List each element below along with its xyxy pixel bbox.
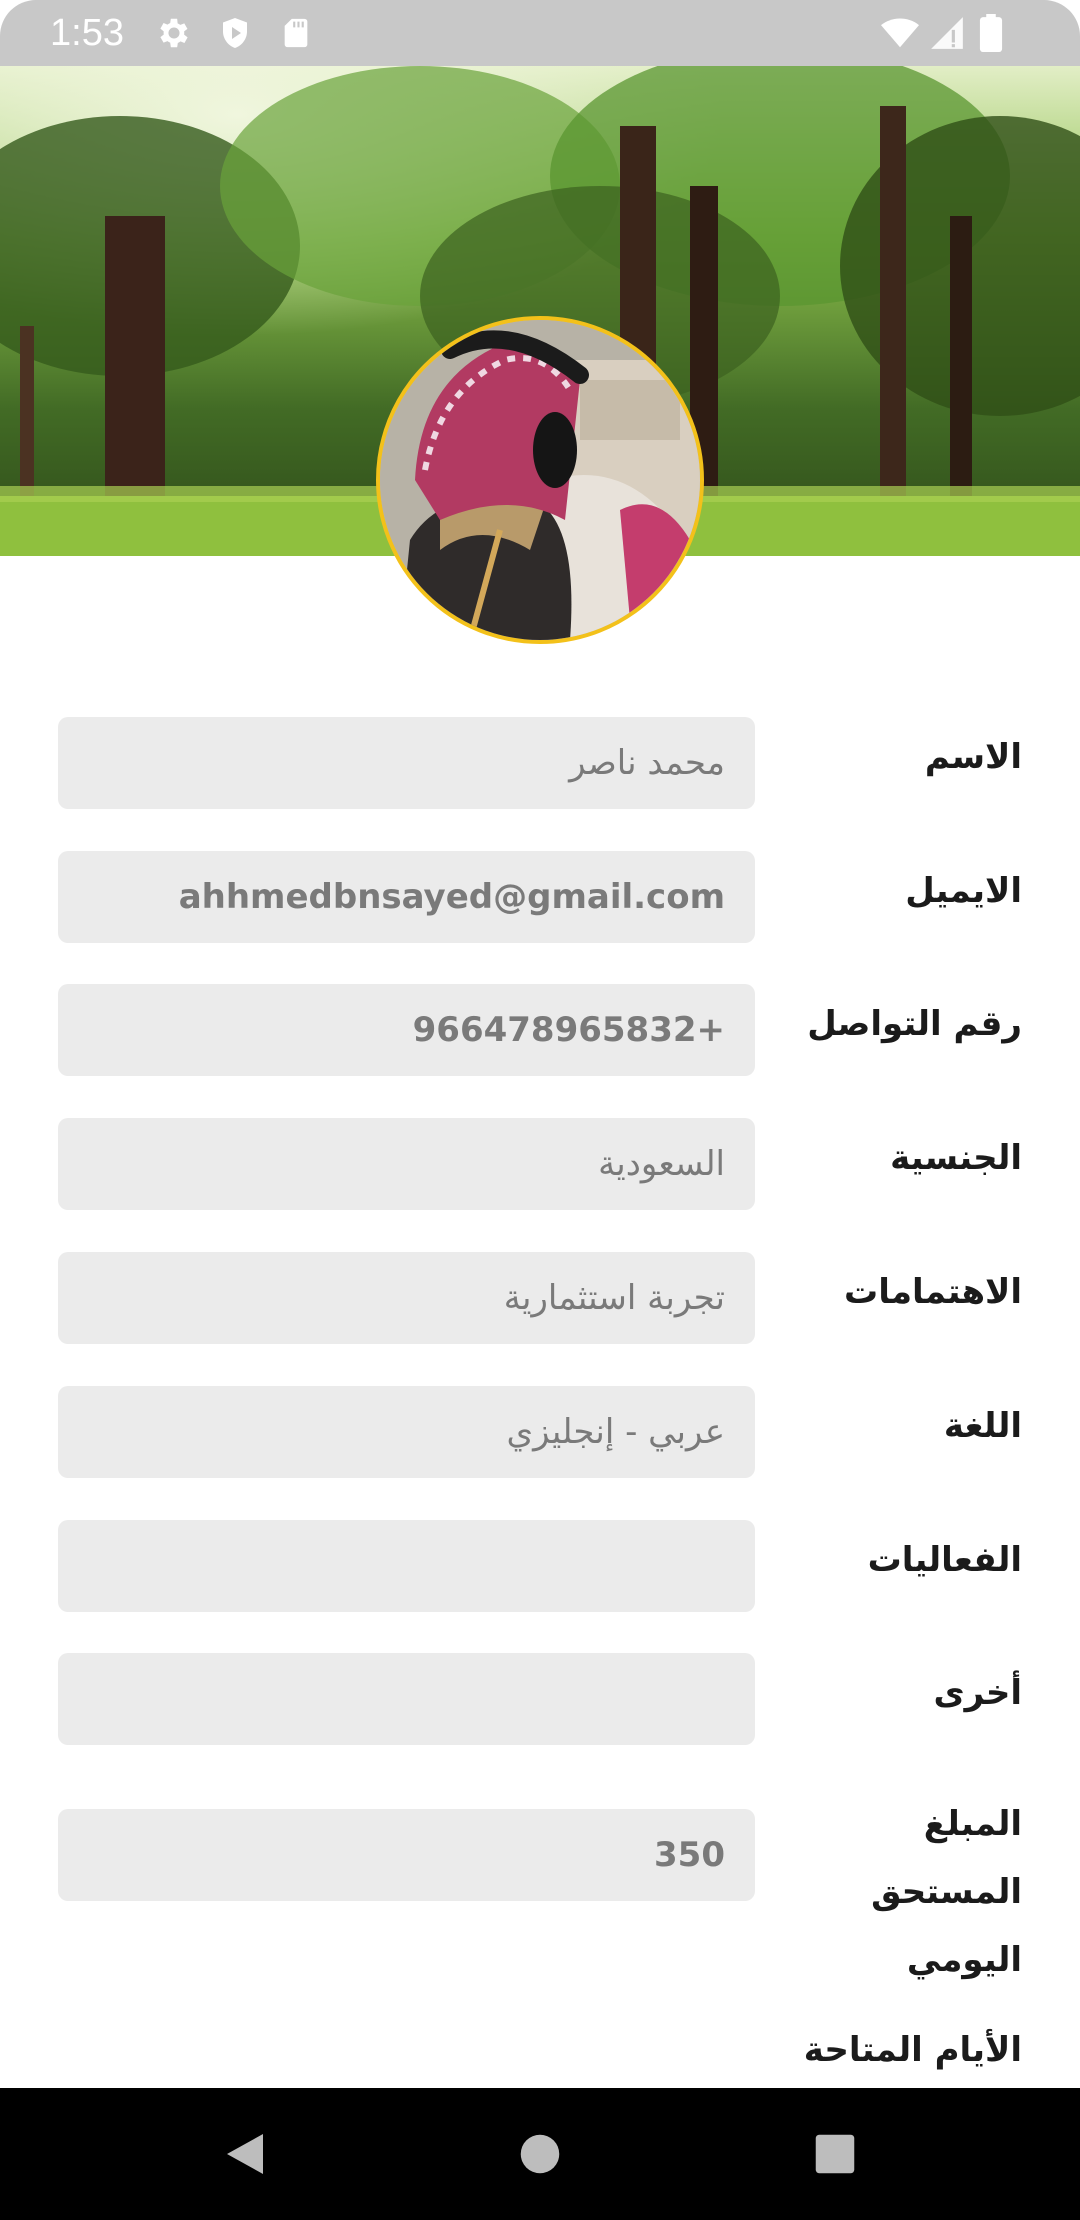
profile-photo	[380, 320, 700, 640]
name-field[interactable]: محمد ناصر	[58, 717, 755, 809]
email-value: ahhmedbnsayed@gmail.com	[178, 877, 725, 917]
interests-field[interactable]: تجربة استثمارية	[58, 1252, 755, 1344]
back-icon	[227, 2134, 263, 2174]
phone-field[interactable]: 966478965832+	[58, 984, 755, 1076]
daily-amount-field[interactable]: 350	[58, 1809, 755, 1901]
recents-icon	[815, 2134, 855, 2174]
shield-icon	[217, 14, 253, 56]
field-row-events: الفعاليات	[0, 1520, 1080, 1640]
status-bar: 1:53	[0, 0, 1080, 66]
daily-amount-value: 350	[654, 1835, 725, 1875]
field-label-email: الايميل	[905, 871, 1022, 911]
email-field[interactable]: ahhmedbnsayed@gmail.com	[58, 851, 755, 943]
back-button[interactable]	[185, 2088, 305, 2220]
field-label-language: اللغة	[943, 1406, 1022, 1446]
events-field[interactable]	[58, 1520, 755, 1612]
field-row-name: الاسم محمد ناصر	[0, 717, 1080, 837]
recents-button[interactable]	[775, 2088, 895, 2220]
field-label-events: الفعاليات	[867, 1540, 1022, 1580]
other-field[interactable]	[58, 1653, 755, 1745]
nationality-value: السعودية	[598, 1144, 725, 1184]
field-row-email: الايميل ahhmedbnsayed@gmail.com	[0, 851, 1080, 971]
field-label-name: الاسم	[924, 737, 1022, 777]
phone-value: 966478965832+	[412, 1010, 725, 1050]
avatar[interactable]	[376, 316, 704, 644]
field-row-language: اللغة عربي - إنجليزي	[0, 1386, 1080, 1506]
home-button[interactable]	[480, 2088, 600, 2220]
field-label-interests: الاهتمامات	[844, 1272, 1022, 1312]
field-row-nationality: الجنسية السعودية	[0, 1118, 1080, 1238]
language-field[interactable]: عربي - إنجليزي	[58, 1386, 755, 1478]
battery-icon	[978, 14, 1004, 56]
nationality-field[interactable]: السعودية	[58, 1118, 755, 1210]
name-value: محمد ناصر	[569, 743, 725, 783]
field-label-daily-amount: المبلغ المستحق اليومي	[871, 1804, 1022, 1980]
sd-card-icon	[279, 14, 313, 56]
field-label-phone: رقم التواصل	[807, 1004, 1022, 1044]
field-row-other: أخرى	[0, 1653, 1080, 1773]
navigation-bar	[0, 2088, 1080, 2220]
home-icon	[520, 2134, 560, 2174]
field-row-daily-amount: المبلغ المستحق اليومي 350	[0, 1790, 1080, 1980]
language-value: عربي - إنجليزي	[506, 1412, 725, 1452]
field-row-phone: رقم التواصل 966478965832+	[0, 984, 1080, 1104]
field-row-interests: الاهتمامات تجربة استثمارية	[0, 1252, 1080, 1372]
signal-icon	[928, 14, 966, 56]
interests-value: تجربة استثمارية	[503, 1278, 725, 1318]
status-time: 1:53	[50, 12, 124, 54]
available-days-label: الأيام المتاحة	[803, 2030, 1022, 2070]
wifi-icon	[878, 14, 922, 56]
field-label-nationality: الجنسية	[890, 1138, 1022, 1178]
gear-icon	[155, 14, 193, 56]
field-label-other: أخرى	[933, 1673, 1022, 1713]
